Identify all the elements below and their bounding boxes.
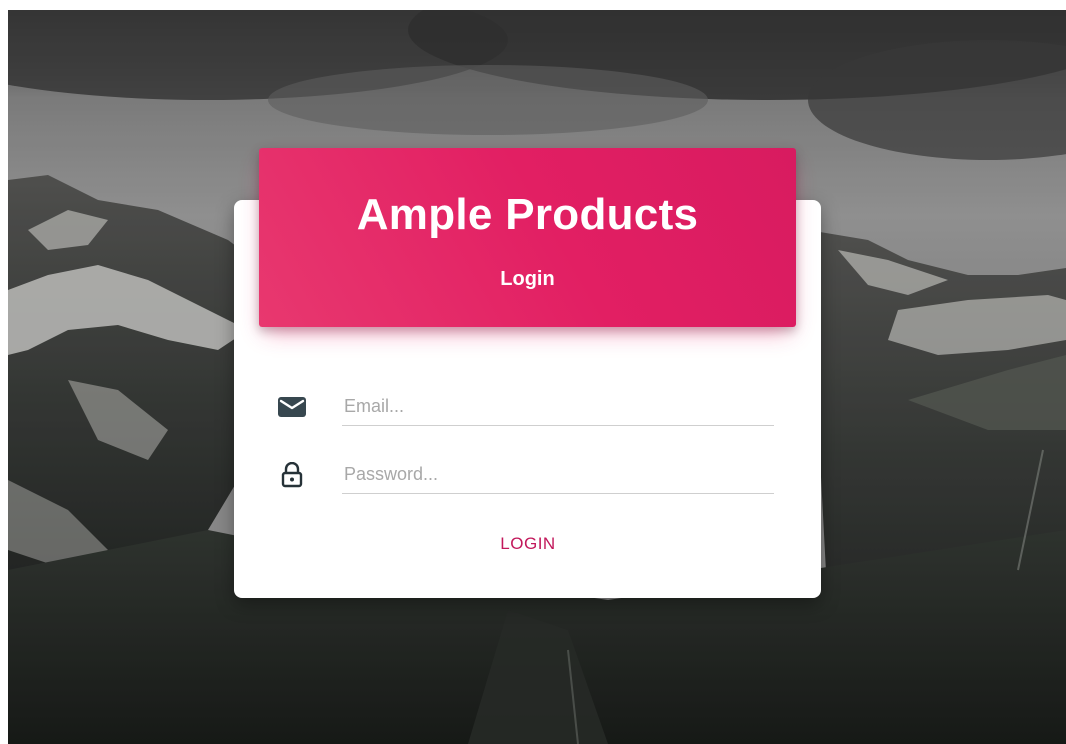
- app-title: Ample Products: [356, 190, 699, 239]
- password-row: [276, 455, 774, 499]
- email-field[interactable]: [342, 387, 774, 426]
- lock-icon: [276, 459, 308, 491]
- envelope-icon: [276, 391, 308, 423]
- card-header: Ample Products Login: [259, 148, 796, 327]
- login-subtitle: Login: [500, 268, 555, 290]
- password-field[interactable]: [342, 455, 774, 494]
- login-button[interactable]: LOGIN: [478, 528, 578, 560]
- email-row: [276, 387, 774, 431]
